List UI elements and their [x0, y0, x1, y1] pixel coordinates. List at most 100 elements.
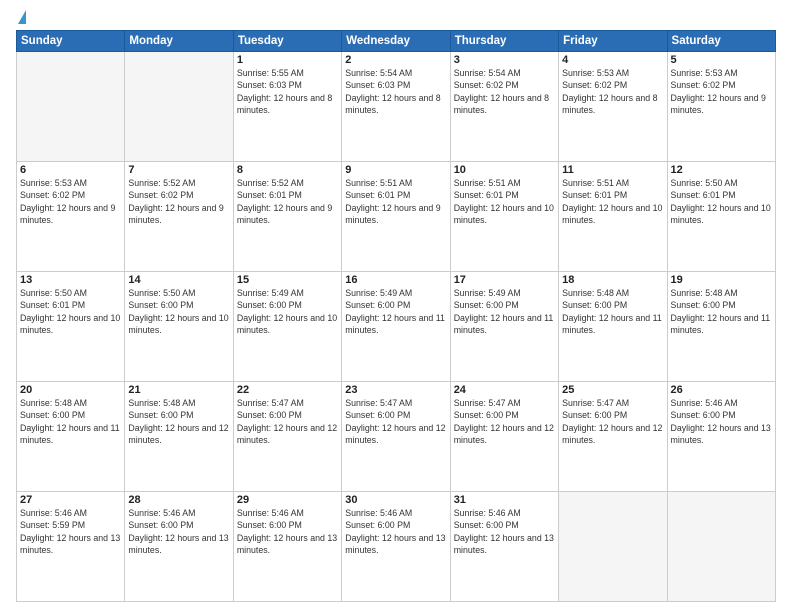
calendar-week-row: 27Sunrise: 5:46 AMSunset: 5:59 PMDayligh…: [17, 492, 776, 602]
calendar-day-cell: [125, 52, 233, 162]
calendar-day-cell: 22Sunrise: 5:47 AMSunset: 6:00 PMDayligh…: [233, 382, 341, 492]
calendar-day-cell: 6Sunrise: 5:53 AMSunset: 6:02 PMDaylight…: [17, 162, 125, 272]
day-of-week-header: Saturday: [667, 31, 775, 52]
day-of-week-header: Tuesday: [233, 31, 341, 52]
calendar-day-cell: 2Sunrise: 5:54 AMSunset: 6:03 PMDaylight…: [342, 52, 450, 162]
calendar-day-cell: 12Sunrise: 5:50 AMSunset: 6:01 PMDayligh…: [667, 162, 775, 272]
day-number: 12: [671, 164, 772, 176]
logo-triangle-icon: [18, 10, 26, 24]
calendar-day-cell: 11Sunrise: 5:51 AMSunset: 6:01 PMDayligh…: [559, 162, 667, 272]
day-number: 4: [562, 54, 663, 66]
day-info: Sunrise: 5:50 AMSunset: 6:01 PMDaylight:…: [671, 177, 772, 226]
calendar-week-row: 6Sunrise: 5:53 AMSunset: 6:02 PMDaylight…: [17, 162, 776, 272]
day-info: Sunrise: 5:55 AMSunset: 6:03 PMDaylight:…: [237, 67, 338, 116]
day-number: 27: [20, 494, 121, 506]
calendar-day-cell: 19Sunrise: 5:48 AMSunset: 6:00 PMDayligh…: [667, 272, 775, 382]
day-info: Sunrise: 5:46 AMSunset: 6:00 PMDaylight:…: [671, 397, 772, 446]
calendar-day-cell: 5Sunrise: 5:53 AMSunset: 6:02 PMDaylight…: [667, 52, 775, 162]
day-info: Sunrise: 5:50 AMSunset: 6:01 PMDaylight:…: [20, 287, 121, 336]
calendar-day-cell: [17, 52, 125, 162]
day-number: 19: [671, 274, 772, 286]
calendar-header: SundayMondayTuesdayWednesdayThursdayFrid…: [17, 31, 776, 52]
day-number: 10: [454, 164, 555, 176]
day-number: 11: [562, 164, 663, 176]
calendar-day-cell: 16Sunrise: 5:49 AMSunset: 6:00 PMDayligh…: [342, 272, 450, 382]
day-number: 6: [20, 164, 121, 176]
calendar-day-cell: 31Sunrise: 5:46 AMSunset: 6:00 PMDayligh…: [450, 492, 558, 602]
day-info: Sunrise: 5:52 AMSunset: 6:01 PMDaylight:…: [237, 177, 338, 226]
day-info: Sunrise: 5:49 AMSunset: 6:00 PMDaylight:…: [345, 287, 446, 336]
calendar-day-cell: 4Sunrise: 5:53 AMSunset: 6:02 PMDaylight…: [559, 52, 667, 162]
day-number: 30: [345, 494, 446, 506]
day-info: Sunrise: 5:54 AMSunset: 6:02 PMDaylight:…: [454, 67, 555, 116]
day-info: Sunrise: 5:47 AMSunset: 6:00 PMDaylight:…: [345, 397, 446, 446]
calendar-day-cell: 14Sunrise: 5:50 AMSunset: 6:00 PMDayligh…: [125, 272, 233, 382]
day-number: 26: [671, 384, 772, 396]
calendar-day-cell: [667, 492, 775, 602]
day-info: Sunrise: 5:48 AMSunset: 6:00 PMDaylight:…: [671, 287, 772, 336]
calendar-day-cell: 18Sunrise: 5:48 AMSunset: 6:00 PMDayligh…: [559, 272, 667, 382]
day-info: Sunrise: 5:47 AMSunset: 6:00 PMDaylight:…: [562, 397, 663, 446]
day-number: 8: [237, 164, 338, 176]
calendar-day-cell: 1Sunrise: 5:55 AMSunset: 6:03 PMDaylight…: [233, 52, 341, 162]
day-number: 14: [128, 274, 229, 286]
calendar-day-cell: 26Sunrise: 5:46 AMSunset: 6:00 PMDayligh…: [667, 382, 775, 492]
day-info: Sunrise: 5:46 AMSunset: 6:00 PMDaylight:…: [454, 507, 555, 556]
day-info: Sunrise: 5:51 AMSunset: 6:01 PMDaylight:…: [562, 177, 663, 226]
day-info: Sunrise: 5:49 AMSunset: 6:00 PMDaylight:…: [237, 287, 338, 336]
day-number: 24: [454, 384, 555, 396]
day-info: Sunrise: 5:47 AMSunset: 6:00 PMDaylight:…: [237, 397, 338, 446]
calendar-day-cell: 25Sunrise: 5:47 AMSunset: 6:00 PMDayligh…: [559, 382, 667, 492]
day-info: Sunrise: 5:46 AMSunset: 6:00 PMDaylight:…: [237, 507, 338, 556]
logo: [16, 10, 26, 24]
day-number: 9: [345, 164, 446, 176]
day-info: Sunrise: 5:49 AMSunset: 6:00 PMDaylight:…: [454, 287, 555, 336]
day-of-week-header: Monday: [125, 31, 233, 52]
calendar-day-cell: 29Sunrise: 5:46 AMSunset: 6:00 PMDayligh…: [233, 492, 341, 602]
calendar-day-cell: 27Sunrise: 5:46 AMSunset: 5:59 PMDayligh…: [17, 492, 125, 602]
calendar-table: SundayMondayTuesdayWednesdayThursdayFrid…: [16, 30, 776, 602]
day-info: Sunrise: 5:48 AMSunset: 6:00 PMDaylight:…: [128, 397, 229, 446]
day-number: 1: [237, 54, 338, 66]
day-info: Sunrise: 5:46 AMSunset: 5:59 PMDaylight:…: [20, 507, 121, 556]
day-of-week-header: Wednesday: [342, 31, 450, 52]
day-info: Sunrise: 5:46 AMSunset: 6:00 PMDaylight:…: [345, 507, 446, 556]
day-info: Sunrise: 5:48 AMSunset: 6:00 PMDaylight:…: [562, 287, 663, 336]
day-info: Sunrise: 5:51 AMSunset: 6:01 PMDaylight:…: [454, 177, 555, 226]
day-number: 25: [562, 384, 663, 396]
calendar-day-cell: 15Sunrise: 5:49 AMSunset: 6:00 PMDayligh…: [233, 272, 341, 382]
day-number: 16: [345, 274, 446, 286]
day-info: Sunrise: 5:51 AMSunset: 6:01 PMDaylight:…: [345, 177, 446, 226]
day-info: Sunrise: 5:53 AMSunset: 6:02 PMDaylight:…: [562, 67, 663, 116]
day-number: 7: [128, 164, 229, 176]
day-info: Sunrise: 5:52 AMSunset: 6:02 PMDaylight:…: [128, 177, 229, 226]
day-info: Sunrise: 5:50 AMSunset: 6:00 PMDaylight:…: [128, 287, 229, 336]
day-number: 31: [454, 494, 555, 506]
day-number: 22: [237, 384, 338, 396]
calendar-day-cell: 8Sunrise: 5:52 AMSunset: 6:01 PMDaylight…: [233, 162, 341, 272]
calendar-day-cell: 23Sunrise: 5:47 AMSunset: 6:00 PMDayligh…: [342, 382, 450, 492]
calendar-week-row: 20Sunrise: 5:48 AMSunset: 6:00 PMDayligh…: [17, 382, 776, 492]
calendar-day-cell: 13Sunrise: 5:50 AMSunset: 6:01 PMDayligh…: [17, 272, 125, 382]
calendar-day-cell: 7Sunrise: 5:52 AMSunset: 6:02 PMDaylight…: [125, 162, 233, 272]
day-number: 20: [20, 384, 121, 396]
day-info: Sunrise: 5:53 AMSunset: 6:02 PMDaylight:…: [20, 177, 121, 226]
day-info: Sunrise: 5:53 AMSunset: 6:02 PMDaylight:…: [671, 67, 772, 116]
day-info: Sunrise: 5:46 AMSunset: 6:00 PMDaylight:…: [128, 507, 229, 556]
page: SundayMondayTuesdayWednesdayThursdayFrid…: [0, 0, 792, 612]
day-number: 17: [454, 274, 555, 286]
calendar-day-cell: 10Sunrise: 5:51 AMSunset: 6:01 PMDayligh…: [450, 162, 558, 272]
header: [16, 10, 776, 24]
day-number: 23: [345, 384, 446, 396]
calendar-week-row: 1Sunrise: 5:55 AMSunset: 6:03 PMDaylight…: [17, 52, 776, 162]
calendar-day-cell: [559, 492, 667, 602]
calendar-day-cell: 21Sunrise: 5:48 AMSunset: 6:00 PMDayligh…: [125, 382, 233, 492]
calendar-day-cell: 28Sunrise: 5:46 AMSunset: 6:00 PMDayligh…: [125, 492, 233, 602]
calendar-day-cell: 17Sunrise: 5:49 AMSunset: 6:00 PMDayligh…: [450, 272, 558, 382]
calendar-day-cell: 3Sunrise: 5:54 AMSunset: 6:02 PMDaylight…: [450, 52, 558, 162]
day-info: Sunrise: 5:48 AMSunset: 6:00 PMDaylight:…: [20, 397, 121, 446]
calendar-day-cell: 20Sunrise: 5:48 AMSunset: 6:00 PMDayligh…: [17, 382, 125, 492]
day-of-week-header: Friday: [559, 31, 667, 52]
calendar-body: 1Sunrise: 5:55 AMSunset: 6:03 PMDaylight…: [17, 52, 776, 602]
day-number: 13: [20, 274, 121, 286]
